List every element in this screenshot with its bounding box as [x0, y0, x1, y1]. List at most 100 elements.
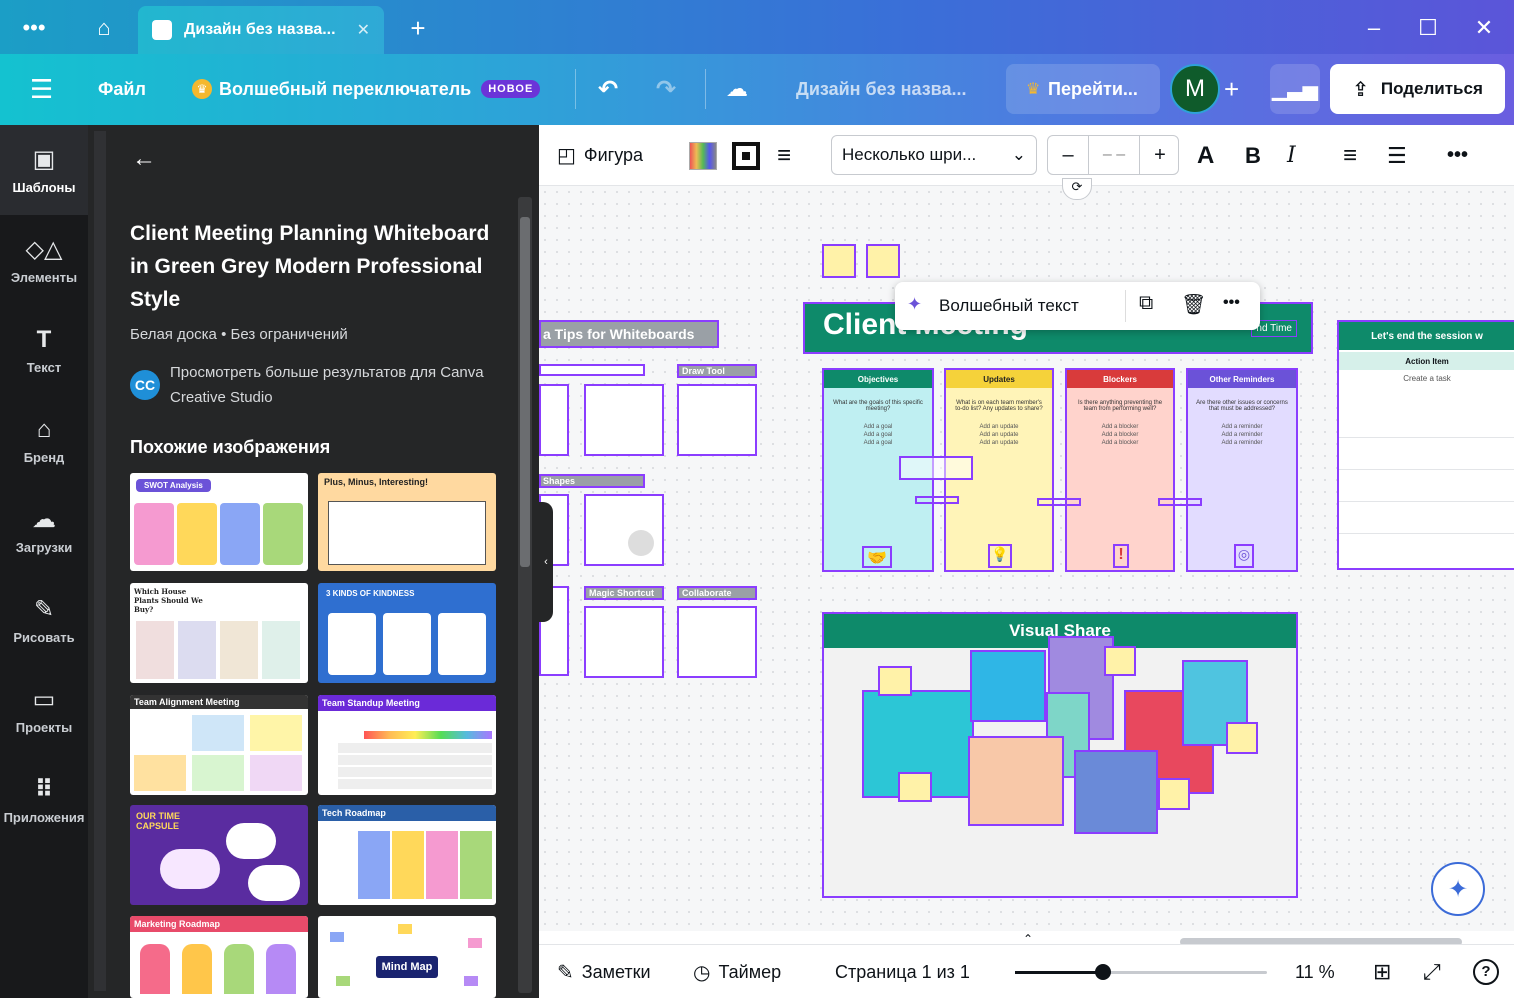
tip-card[interactable] — [677, 606, 757, 678]
column-item[interactable]: Add a goal — [824, 440, 932, 446]
sticky-note[interactable] — [1226, 722, 1258, 754]
tips-header[interactable]: a Tips for Whiteboards — [539, 320, 719, 348]
grid-view-icon[interactable]: ⊞ — [1373, 945, 1391, 999]
template-thumb[interactable]: OUR TIME CAPSULE — [130, 805, 308, 905]
column-item[interactable]: Add a blocker — [1067, 432, 1173, 438]
reminder-icon[interactable]: ◎ — [1234, 544, 1254, 568]
page-indicator[interactable]: Страница 1 из 1 — [835, 945, 970, 999]
sticky-note[interactable] — [878, 666, 912, 696]
notes-button[interactable]: ✎ Заметки — [557, 945, 651, 999]
rail-item-apps[interactable]: ⠿ Приложения — [0, 755, 88, 845]
close-window-icon[interactable]: ✕ — [1466, 10, 1502, 46]
sticky-note[interactable] — [866, 244, 900, 278]
rail-item-draw[interactable]: ✎ Рисовать — [0, 575, 88, 665]
insights-icon[interactable]: ▁▃▅ — [1270, 64, 1320, 114]
session-board[interactable]: Let's end the session w Action Item Crea… — [1337, 320, 1514, 570]
column-item[interactable]: Add a blocker — [1067, 440, 1173, 446]
bold-button[interactable]: B — [1245, 125, 1261, 186]
border-style-button[interactable] — [732, 125, 760, 186]
template-thumb[interactable]: Marketing Roadmap — [130, 916, 308, 998]
rail-item-brand[interactable]: ⌂ Бренд — [0, 395, 88, 485]
share-button[interactable]: ⇪ Поделиться — [1330, 64, 1505, 114]
photo-tile[interactable] — [968, 736, 1064, 826]
line-weight-icon[interactable]: ≡ — [777, 125, 791, 186]
more-results-link[interactable]: Просмотреть больше результатов для Canva… — [170, 360, 490, 410]
sticky-note[interactable] — [1158, 778, 1190, 810]
column-item[interactable]: Add a goal — [824, 432, 932, 438]
browser-tab[interactable]: Дизайн без назва... ✕ — [138, 6, 384, 54]
shapes-label[interactable]: Shapes — [539, 474, 645, 488]
list-icon[interactable]: ☰ — [1387, 125, 1407, 186]
template-thumb[interactable]: 3 KINDS OF KINDNESS — [318, 583, 496, 683]
template-thumb[interactable]: Which House Plants Should We Buy? — [130, 583, 308, 683]
zoom-level[interactable]: 11 % — [1295, 945, 1335, 999]
new-tab-button[interactable]: + — [400, 10, 436, 46]
add-collaborator-icon[interactable]: + — [1224, 74, 1239, 104]
fullscreen-icon[interactable]: ⤢ — [1423, 945, 1441, 999]
back-arrow-icon[interactable]: ← — [132, 145, 156, 173]
file-menu[interactable]: Файл — [98, 74, 146, 104]
rail-item-uploads[interactable]: ☁ Загрузки — [0, 485, 88, 575]
lightbulb-icon[interactable]: 💡 — [988, 544, 1012, 568]
redo-icon[interactable]: ↷ — [656, 74, 676, 104]
italic-button[interactable]: I — [1287, 125, 1296, 186]
cloud-saved-icon[interactable]: ☁ — [726, 74, 748, 104]
column-item[interactable]: Add an update — [946, 440, 1052, 446]
rail-item-projects[interactable]: ▭ Проекты — [0, 665, 88, 755]
avatar[interactable]: М — [1170, 64, 1220, 114]
design-title[interactable]: Дизайн без назва... — [796, 74, 967, 104]
column-item[interactable]: Add a reminder — [1188, 440, 1296, 446]
hamburger-menu-icon[interactable]: ☰ — [30, 74, 53, 104]
font-size-plus[interactable]: + — [1140, 136, 1180, 174]
help-icon[interactable]: ? — [1473, 945, 1499, 999]
draw-tool-label[interactable]: Draw Tool — [677, 364, 757, 378]
connector-arrow[interactable] — [915, 496, 959, 504]
rotate-handle-icon[interactable]: ⟳ — [1062, 178, 1092, 200]
go-pro-button[interactable]: ♛ Перейти... — [1006, 64, 1160, 114]
handshake-icon[interactable]: 🤝 — [862, 546, 892, 568]
minimize-icon[interactable]: – — [1356, 10, 1392, 46]
more-options-button[interactable]: ••• — [1447, 125, 1468, 186]
undo-icon[interactable]: ↶ — [598, 74, 618, 104]
font-size-minus[interactable]: – — [1048, 136, 1088, 174]
tip-card[interactable] — [584, 494, 664, 566]
font-size-input[interactable]: – – — [1088, 136, 1140, 174]
magic-switch-button[interactable]: ♛ Волшебный переключатель НОВОЕ — [192, 74, 541, 104]
column-blockers[interactable]: Blockers Is there anything preventing th… — [1065, 368, 1175, 572]
tab-close-icon[interactable]: ✕ — [357, 20, 370, 40]
duplicate-icon[interactable]: ⧉ — [1139, 292, 1153, 315]
column-item[interactable]: Add a reminder — [1188, 432, 1296, 438]
more-icon[interactable]: ••• — [1223, 294, 1240, 312]
sticky-note[interactable] — [898, 772, 932, 802]
home-icon[interactable]: ⌂ — [84, 10, 124, 46]
app-menu-icon[interactable]: ••• — [14, 10, 54, 46]
sticky-note[interactable] — [1104, 646, 1136, 676]
template-thumb[interactable]: Team Standup Meeting — [318, 695, 496, 795]
rail-item-templates[interactable]: ▣ Шаблоны — [0, 125, 88, 215]
collapse-panel-handle[interactable]: ‹ — [539, 502, 553, 622]
column-item[interactable]: Add a goal — [824, 424, 932, 430]
rail-item-elements[interactable]: ◇△ Элементы — [0, 215, 88, 305]
magic-text-button[interactable]: Волшебный текст — [939, 296, 1079, 316]
align-center-icon[interactable]: ≡ — [1343, 125, 1357, 186]
tip-card[interactable] — [677, 384, 757, 456]
text-color-icon[interactable]: A — [1197, 125, 1214, 186]
maximize-icon[interactable]: ☐ — [1410, 10, 1446, 46]
column-item[interactable]: Add an update — [946, 432, 1052, 438]
photo-tile[interactable] — [1074, 750, 1158, 834]
template-thumb[interactable]: Mind Map — [318, 916, 496, 998]
tip-card[interactable] — [539, 384, 569, 456]
zoom-slider-knob[interactable] — [1095, 964, 1112, 980]
photo-tile[interactable] — [970, 650, 1046, 722]
shape-button[interactable]: ◰ Фигура — [557, 125, 643, 186]
template-thumb[interactable]: SWOT Analysis — [130, 473, 308, 571]
tip-label[interactable] — [539, 364, 645, 376]
delete-icon[interactable]: 🗑 — [1181, 292, 1206, 317]
whiteboard-canvas[interactable]: ⟳ a Tips for Whiteboards Draw Tool Shape… — [539, 178, 1514, 931]
visual-share-board[interactable]: Visual Share — [822, 612, 1298, 898]
sticky-note[interactable] — [822, 244, 856, 278]
exclamation-icon[interactable]: ! — [1113, 544, 1129, 568]
collaborate-label[interactable]: Collaborate — [677, 586, 757, 600]
rail-item-text[interactable]: T Текст — [0, 305, 88, 395]
tip-card[interactable] — [584, 384, 664, 456]
